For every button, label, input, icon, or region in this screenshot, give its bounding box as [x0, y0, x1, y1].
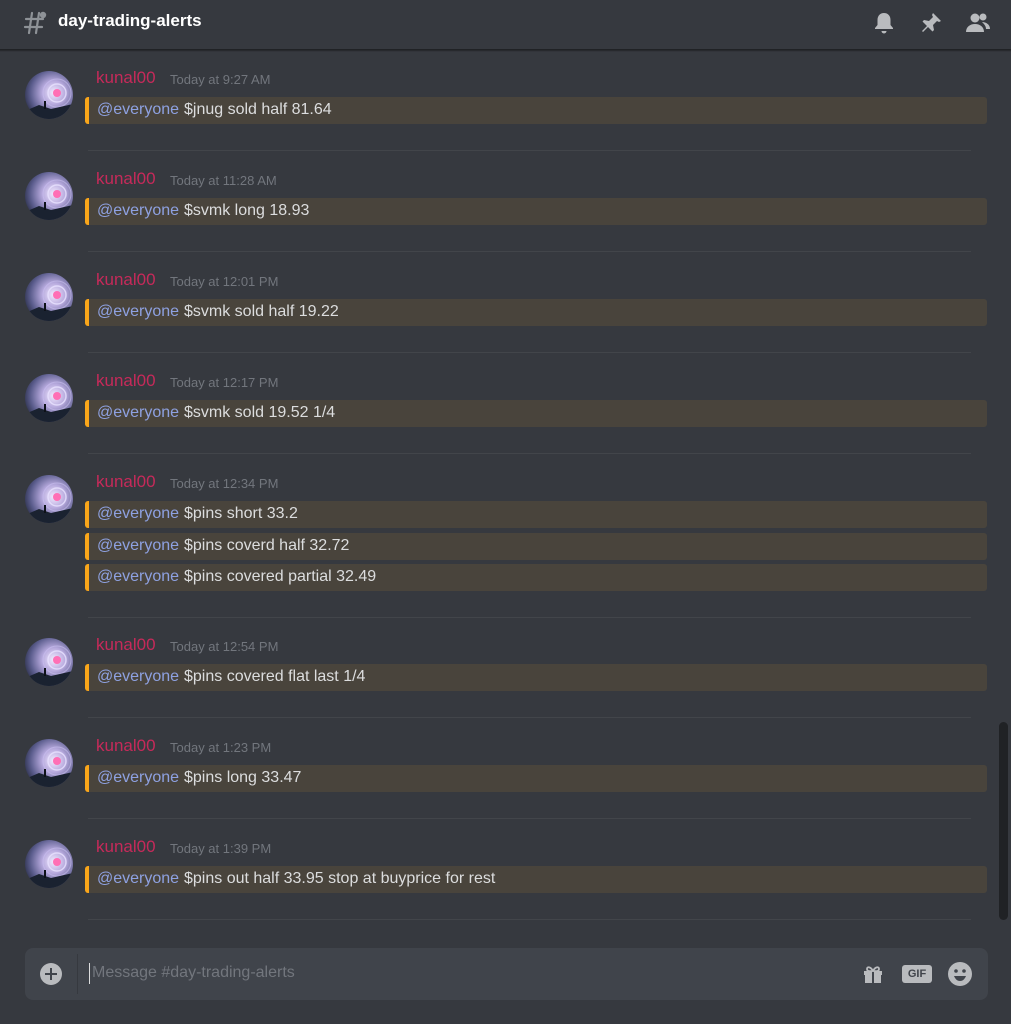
message-text: $pins covered partial 32.49: [184, 568, 377, 585]
channel-header: day-trading-alerts: [0, 0, 1011, 50]
timestamp: Today at 12:34 PM: [170, 476, 279, 491]
mention-everyone[interactable]: @everyone: [97, 101, 179, 119]
username[interactable]: kunal00: [96, 472, 156, 492]
avatar[interactable]: [25, 840, 73, 888]
message-text: $pins covered flat last 1/4: [184, 668, 366, 685]
timestamp: Today at 9:27 AM: [170, 72, 271, 87]
message-text: $pins short 33.2: [184, 505, 298, 522]
mention-everyone[interactable]: @everyone: [97, 537, 179, 555]
message-divider: [88, 453, 971, 454]
timestamp: Today at 12:17 PM: [170, 375, 279, 390]
message-line: @everyone $svmk long 18.93: [85, 198, 987, 225]
timestamp: Today at 12:01 PM: [170, 274, 279, 289]
mention-everyone[interactable]: @everyone: [97, 870, 179, 888]
message-divider: [88, 919, 971, 920]
avatar[interactable]: [25, 71, 73, 119]
avatar[interactable]: [25, 638, 73, 686]
username[interactable]: kunal00: [96, 68, 156, 88]
gif-icon[interactable]: GIF: [902, 963, 932, 985]
mention-everyone[interactable]: @everyone: [97, 505, 179, 523]
message-divider: [88, 818, 971, 819]
message-input[interactable]: Message #day-trading-alerts: [89, 963, 295, 984]
message-line: @everyone $svmk sold 19.52 1/4: [85, 400, 987, 427]
mention-everyone[interactable]: @everyone: [97, 769, 179, 787]
message-text: $svmk sold half 19.22: [184, 303, 339, 320]
avatar[interactable]: [25, 172, 73, 220]
message-line: @everyone $pins out half 33.95 stop at bu…: [85, 866, 987, 893]
message-text: $pins coverd half 32.72: [184, 536, 350, 554]
message-line: @everyone $pins short 33.2: [85, 501, 987, 528]
message-composer: Message #day-trading-alerts GIF: [25, 948, 988, 1000]
message-line: @everyone $jnug sold half 81.64: [85, 97, 987, 124]
avatar[interactable]: [25, 374, 73, 422]
gif-label: GIF: [907, 968, 927, 980]
message-divider: [88, 352, 971, 353]
mention-everyone[interactable]: @everyone: [97, 303, 179, 321]
message-text: $jnug sold half 81.64: [184, 101, 332, 118]
username[interactable]: kunal00: [96, 635, 156, 655]
message-text: $pins long 33.47: [184, 769, 302, 786]
timestamp: Today at 12:54 PM: [170, 639, 279, 654]
username[interactable]: kunal00: [96, 270, 156, 290]
username[interactable]: kunal00: [96, 169, 156, 189]
avatar[interactable]: [25, 739, 73, 787]
avatar[interactable]: [25, 475, 73, 523]
username[interactable]: kunal00: [96, 371, 156, 391]
timestamp: Today at 11:28 AM: [170, 173, 277, 188]
message-line: @everyone $pins coverd half 32.72: [85, 532, 987, 560]
avatar[interactable]: [25, 273, 73, 321]
message-line: @everyone $pins covered partial 32.49: [85, 564, 987, 591]
message-text: $pins out half 33.95 stop at buyprice fo…: [184, 870, 496, 887]
message-text: $svmk sold 19.52 1/4: [184, 404, 336, 421]
message-line: @everyone $pins long 33.47: [85, 765, 987, 792]
members-icon[interactable]: [965, 10, 991, 36]
username[interactable]: kunal00: [96, 736, 156, 756]
message-divider: [88, 150, 971, 151]
mention-everyone[interactable]: @everyone: [97, 668, 179, 686]
timestamp: Today at 1:23 PM: [170, 740, 272, 755]
timestamp: Today at 1:39 PM: [170, 841, 272, 856]
composer-divider: [77, 954, 78, 994]
mention-everyone[interactable]: @everyone: [97, 202, 179, 220]
bell-icon[interactable]: [871, 10, 897, 36]
gift-icon[interactable]: [861, 961, 885, 987]
scrollbar-thumb[interactable]: [999, 722, 1008, 920]
message-input-placeholder: Message #day-trading-alerts: [92, 964, 295, 981]
hashtag-icon: [23, 11, 47, 35]
mention-everyone[interactable]: @everyone: [97, 404, 179, 422]
message-divider: [88, 617, 971, 618]
mention-everyone[interactable]: @everyone: [97, 568, 179, 586]
message-divider: [88, 717, 971, 718]
message-text: $svmk long 18.93: [184, 202, 310, 219]
plus-circle-icon[interactable]: [39, 962, 63, 986]
message-line: @everyone $svmk sold half 19.22: [85, 299, 987, 326]
emoji-icon[interactable]: [947, 961, 973, 987]
message-list: kunal00 Today at 9:27 AM @everyone $jnug so…: [0, 51, 1000, 931]
username[interactable]: kunal00: [96, 837, 156, 857]
channel-name: day-trading-alerts: [58, 11, 202, 30]
pin-icon[interactable]: [918, 10, 944, 36]
message-line: @everyone $pins covered flat last 1/4: [85, 664, 987, 691]
message-divider: [88, 251, 971, 252]
